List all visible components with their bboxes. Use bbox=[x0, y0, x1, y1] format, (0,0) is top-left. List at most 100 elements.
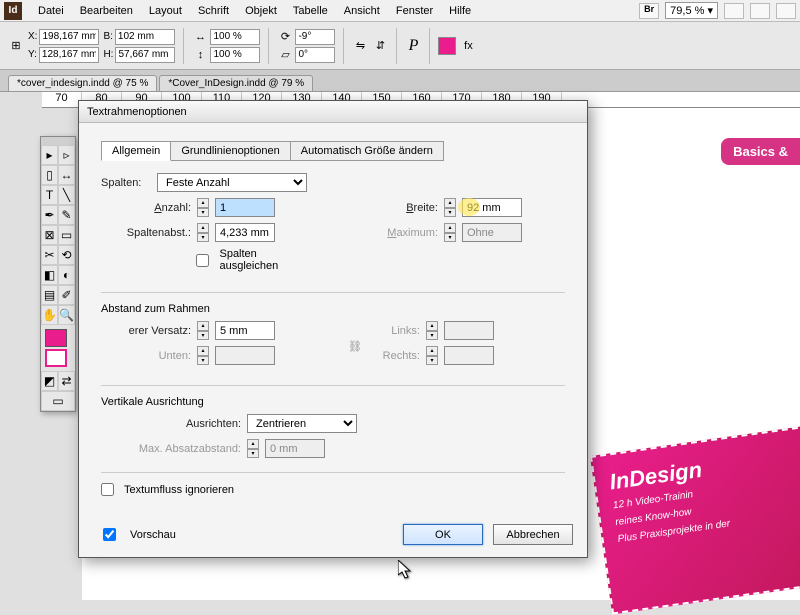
ausrichten-select[interactable]: Zentrieren bbox=[247, 414, 357, 433]
vorschau-label: Vorschau bbox=[130, 529, 176, 541]
scaley-icon: ↕ bbox=[192, 47, 208, 63]
spaltenabst-field[interactable] bbox=[215, 223, 275, 242]
maximum-field bbox=[462, 223, 522, 242]
screen-mode[interactable]: ▭ bbox=[41, 391, 75, 411]
links-spinner[interactable]: ▴▾ bbox=[426, 321, 438, 340]
fill-swatch[interactable] bbox=[438, 37, 456, 55]
anzahl-spinner[interactable]: ▴▾ bbox=[197, 198, 209, 217]
frame-tool[interactable]: ⊠ bbox=[41, 225, 58, 245]
effects-icon[interactable]: fx bbox=[460, 38, 476, 54]
zoom-tool[interactable]: 🔍 bbox=[58, 305, 75, 325]
link-icon[interactable]: ⛓ bbox=[348, 340, 362, 353]
anzahl-field[interactable] bbox=[215, 198, 275, 217]
menu-schrift[interactable]: Schrift bbox=[190, 5, 237, 17]
pen-tool[interactable]: ✒ bbox=[41, 205, 58, 225]
breite-label: Breite: bbox=[348, 202, 438, 214]
tab-autogroesse[interactable]: Automatisch Größe ändern bbox=[290, 141, 444, 161]
ausgleich-checkbox[interactable] bbox=[196, 254, 209, 267]
eyedropper-tool[interactable]: ✐ bbox=[58, 285, 75, 305]
feather-tool[interactable]: ◐ bbox=[58, 265, 75, 285]
versatz-field[interactable] bbox=[215, 321, 275, 340]
flip-h-icon[interactable]: ⇋ bbox=[352, 38, 368, 54]
page-tool[interactable]: ▯ bbox=[41, 165, 58, 185]
spalten-mode-select[interactable]: Feste Anzahl bbox=[157, 173, 307, 192]
tab-cover1[interactable]: *cover_indesign.indd @ 75 % bbox=[8, 75, 157, 91]
vorschau-checkbox[interactable] bbox=[103, 528, 116, 541]
direct-select-tool[interactable]: ▹ bbox=[58, 145, 75, 165]
ausgleich-label: Spalten ausgleichen bbox=[219, 248, 318, 272]
note-tool[interactable]: ▤ bbox=[41, 285, 58, 305]
basics-tab: Basics & bbox=[721, 138, 800, 165]
bridge-button[interactable]: Br bbox=[639, 3, 659, 19]
menu-ansicht[interactable]: Ansicht bbox=[336, 5, 388, 17]
versatz-spinner[interactable]: ▴▾ bbox=[197, 321, 209, 340]
transform-tool[interactable]: ⟲ bbox=[58, 245, 75, 265]
screen-icon[interactable] bbox=[750, 3, 770, 19]
links-field bbox=[444, 321, 494, 340]
x-field[interactable] bbox=[39, 29, 99, 45]
tab-cover2[interactable]: *Cover_InDesign.indd @ 79 % bbox=[159, 75, 313, 91]
text-frame-options-dialog: Textrahmenoptionen Allgemein Grundlinien… bbox=[78, 100, 588, 558]
menu-fenster[interactable]: Fenster bbox=[388, 5, 441, 17]
fill-color[interactable] bbox=[45, 329, 67, 347]
arrange-icon[interactable] bbox=[776, 3, 796, 19]
rechts-spinner[interactable]: ▴▾ bbox=[426, 346, 438, 365]
menu-tabelle[interactable]: Tabelle bbox=[285, 5, 336, 17]
document-tabs: *cover_indesign.indd @ 75 % *Cover_InDes… bbox=[0, 70, 800, 92]
ok-button[interactable]: OK bbox=[403, 524, 483, 545]
rechts-field bbox=[444, 346, 494, 365]
scalex-field[interactable] bbox=[210, 29, 260, 45]
swap-colors[interactable]: ⇄ bbox=[58, 371, 75, 391]
links-label: Links: bbox=[370, 325, 420, 337]
breite-spinner[interactable]: ▴▾ bbox=[444, 198, 456, 217]
type-tool-icon[interactable]: P bbox=[405, 38, 421, 54]
menu-datei[interactable]: Datei bbox=[30, 5, 72, 17]
menu-objekt[interactable]: Objekt bbox=[237, 5, 285, 17]
maxabs-spinner[interactable]: ▴▾ bbox=[247, 439, 259, 458]
anzahl-label: Anzahl: bbox=[101, 202, 191, 214]
w-field[interactable] bbox=[115, 29, 175, 45]
maxabs-label: Max. Absatzabstand: bbox=[101, 443, 241, 455]
stroke-color[interactable] bbox=[45, 349, 67, 367]
tab-allgemein[interactable]: Allgemein bbox=[101, 141, 171, 161]
rechts-label: Rechts: bbox=[370, 350, 420, 362]
y-field[interactable] bbox=[39, 47, 99, 63]
textumfluss-label: Textumfluss ignorieren bbox=[124, 484, 234, 496]
zoom-select[interactable]: 79,5 % ▾ bbox=[665, 2, 718, 19]
shear-icon: ▱ bbox=[277, 47, 293, 63]
ref-point-icon[interactable]: ⊞ bbox=[8, 38, 24, 54]
pencil-tool[interactable]: ✎ bbox=[58, 205, 75, 225]
default-colors[interactable]: ◩ bbox=[41, 371, 58, 391]
textumfluss-checkbox[interactable] bbox=[101, 483, 114, 496]
abst-spinner[interactable]: ▴▾ bbox=[197, 223, 209, 242]
flip-v-icon[interactable]: ⇵ bbox=[372, 38, 388, 54]
menu-bearbeiten[interactable]: Bearbeiten bbox=[72, 5, 141, 17]
spaltenabst-label: Spaltenabst.: bbox=[101, 227, 191, 239]
menu-hilfe[interactable]: Hilfe bbox=[441, 5, 479, 17]
max-spinner[interactable]: ▴▾ bbox=[444, 223, 456, 242]
h-field[interactable] bbox=[115, 47, 175, 63]
scaley-field[interactable] bbox=[210, 47, 260, 63]
tab-grundlinien[interactable]: Grundlinienoptionen bbox=[170, 141, 290, 161]
line-tool[interactable]: ╲ bbox=[58, 185, 75, 205]
menu-bar: Id Datei Bearbeiten Layout Schrift Objek… bbox=[0, 0, 800, 22]
selection-tool[interactable]: ▸ bbox=[41, 145, 58, 165]
unten-spinner[interactable]: ▴▾ bbox=[197, 346, 209, 365]
gradient-tool[interactable]: ◧ bbox=[41, 265, 58, 285]
type-tool[interactable]: T bbox=[41, 185, 58, 205]
gap-tool[interactable]: ↔ bbox=[58, 165, 75, 185]
toolbox: ▸▹ ▯↔ T╲ ✒✎ ⊠▭ ✂⟲ ◧◐ ▤✐ ✋🔍 ◩⇄ ▭ bbox=[40, 136, 76, 412]
shear-field[interactable] bbox=[295, 47, 335, 63]
breite-field[interactable] bbox=[462, 198, 522, 217]
view-icon[interactable] bbox=[724, 3, 744, 19]
unten-label: Unten: bbox=[101, 350, 191, 362]
menu-layout[interactable]: Layout bbox=[141, 5, 190, 17]
rect-tool[interactable]: ▭ bbox=[58, 225, 75, 245]
maxabs-field bbox=[265, 439, 325, 458]
selected-frame[interactable]: InDesign 12 h Video-Trainin reines Know-… bbox=[590, 425, 800, 614]
scissors-tool[interactable]: ✂ bbox=[41, 245, 58, 265]
versatz-label: erer Versatz: bbox=[101, 325, 191, 337]
hand-tool[interactable]: ✋ bbox=[41, 305, 58, 325]
rotate-field[interactable] bbox=[295, 29, 335, 45]
cancel-button[interactable]: Abbrechen bbox=[493, 524, 573, 545]
